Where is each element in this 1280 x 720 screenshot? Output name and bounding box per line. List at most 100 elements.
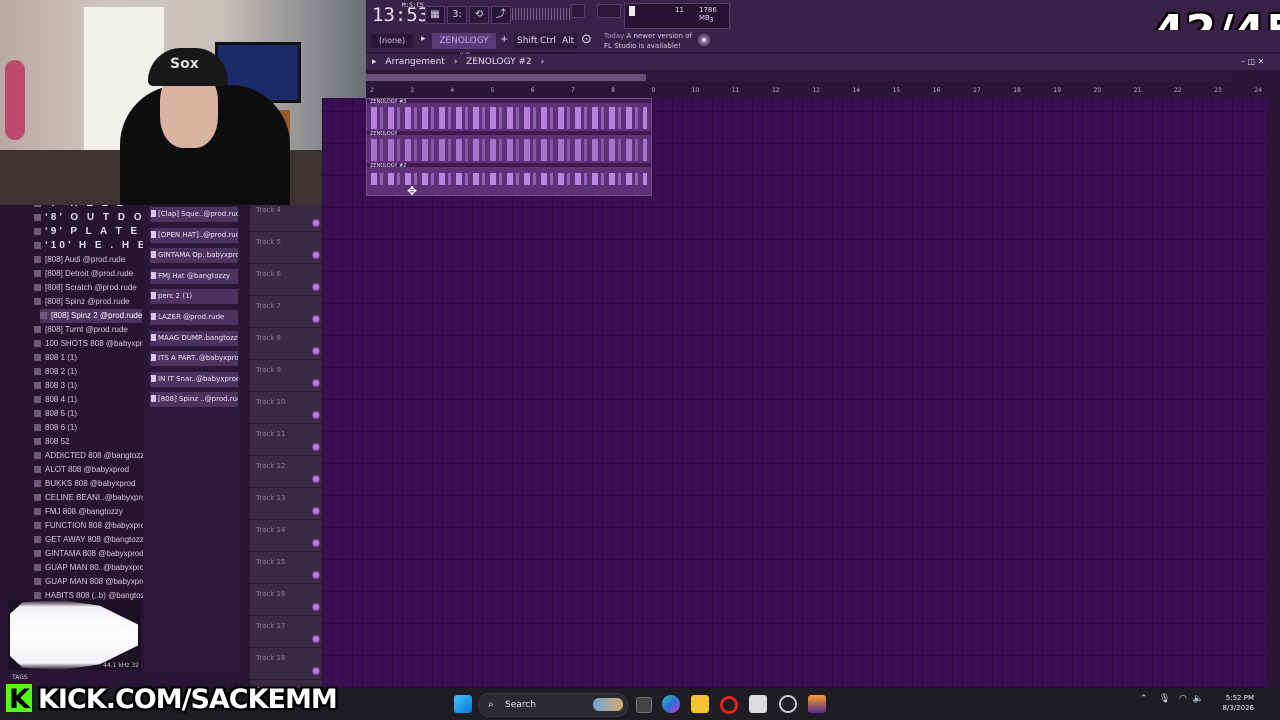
step-edit-icon[interactable]: 3: — [447, 6, 467, 24]
browser-item[interactable]: 808 52 — [34, 435, 69, 449]
pattern-selector[interactable]: ZENOLOGY #2 — [432, 33, 496, 62]
task-view-icon[interactable] — [636, 697, 652, 713]
browser-item[interactable]: 808 2 (1) — [34, 365, 77, 379]
microphone-icon[interactable]: 🎙 — [1159, 694, 1170, 704]
settings-icon[interactable] — [779, 695, 797, 713]
channel-button[interactable]: [Clap] Sque..@prod.rude — [150, 207, 238, 222]
taskbar-search[interactable]: ⌕ Search — [478, 693, 628, 717]
browser-item[interactable]: ‘10’ H E . H E L L — [34, 239, 143, 253]
news-panel[interactable]: Today A newer version of FL Studio is av… — [604, 31, 692, 51]
browser-item[interactable]: ALOT 808 @babyxprod — [34, 463, 129, 477]
horizontal-scrollbar[interactable] — [366, 73, 1232, 82]
track-mute-led[interactable] — [313, 348, 319, 354]
alt-button[interactable]: Alt — [559, 33, 578, 49]
channel-button[interactable]: IN IT Snar..@babyxprod — [150, 371, 238, 387]
browser-item[interactable]: 808 6 (1) — [34, 421, 77, 435]
typing-keyboard-icon[interactable]: ▦ — [425, 6, 445, 24]
track-header[interactable]: Track 5 — [250, 231, 322, 264]
browser-item[interactable]: 808 4 (1) — [34, 393, 77, 407]
track-mute-led[interactable] — [313, 540, 319, 546]
track-mute-led[interactable] — [313, 572, 319, 578]
channel-button[interactable]: FMJ Hat @bangtozzy — [150, 268, 238, 284]
channel-button[interactable]: MAAG DUMP..bangtozzy — [150, 330, 238, 346]
browser-item[interactable]: [808] Scratch @prod.rude — [34, 281, 137, 295]
browser-item[interactable]: ‘8’ O U T D O O R — [34, 211, 143, 225]
track-header[interactable]: Track 11 — [250, 423, 322, 456]
browser-item[interactable]: GINTAMA 808 @babyxprod — [34, 547, 143, 561]
browser-item[interactable]: [808] Detroit @prod.rude — [34, 267, 133, 281]
file-browser[interactable]: ‘7’ H E L L ‘8’ O U T D O O R ‘9’ P L A T … — [0, 205, 143, 600]
browser-item[interactable]: HABITS 808 (..b) @bangtozzy — [34, 589, 143, 600]
browser-item[interactable]: [808] Turnt @prod.rude — [34, 323, 128, 337]
wifi-icon[interactable]: ◠ — [1179, 694, 1187, 704]
copilot-icon[interactable] — [662, 695, 680, 713]
browser-item[interactable]: 100 SHOTS 808 @babyxprod — [34, 337, 143, 351]
track-header[interactable]: Track 7 — [250, 295, 322, 328]
track-header[interactable]: Track 10 — [250, 391, 322, 424]
song-position-clock[interactable]: 13:53 M:S:CS — [372, 2, 429, 26]
track-mute-led[interactable] — [313, 636, 319, 642]
file-explorer-icon[interactable] — [691, 695, 709, 713]
browser-item[interactable]: BUKKS 808 @babyxprod — [34, 477, 135, 491]
breadcrumb-pattern[interactable]: ZENOLOGY #2 — [466, 57, 532, 67]
track-mute-led[interactable] — [313, 604, 319, 610]
track-header[interactable]: Track 9 — [250, 359, 322, 392]
browser-item[interactable]: 808 3 (1) — [34, 379, 77, 393]
store-icon[interactable] — [749, 695, 767, 713]
track-mute-led[interactable] — [313, 476, 319, 482]
track-header[interactable]: Track 16 — [250, 583, 322, 616]
speaker-icon[interactable]: 🔈 — [1193, 694, 1204, 704]
online-icon[interactable]: ◉ — [698, 34, 710, 46]
loop-record-icon[interactable]: ⤴ — [491, 6, 511, 24]
pattern-clips[interactable]: ZENOLOGY #3 ZENOLOGY ZENOLOGY #2 — [366, 98, 652, 196]
window-controls[interactable]: – ◫ ✕ — [1241, 57, 1264, 66]
track-header[interactable]: Track 6 — [250, 263, 322, 296]
fl-studio-icon[interactable] — [808, 695, 826, 713]
breadcrumb-arrangement[interactable]: Arrangement — [385, 57, 444, 67]
track-mute-led[interactable] — [313, 284, 319, 290]
track-mute-led[interactable] — [313, 220, 319, 226]
ctrl-button[interactable]: Ctrl — [537, 33, 560, 49]
track-header[interactable]: Track 4 — [250, 199, 322, 232]
news-icon[interactable]: ⊙ — [581, 32, 592, 47]
tags-label[interactable]: TAGS — [12, 674, 28, 681]
browser-item[interactable]: [808] Spinz 2 @prod.rude — [40, 309, 143, 323]
channel-button[interactable]: LAZER @prod.rude — [150, 310, 238, 325]
track-header[interactable]: Track 8 — [250, 327, 322, 360]
track-mute-led[interactable] — [313, 252, 319, 258]
track-mute-led[interactable] — [313, 380, 319, 386]
browser-item[interactable]: [808] Audi @prod.rude — [34, 253, 125, 267]
clock[interactable]: 5:52 PM 8/3/2026 — [1214, 693, 1254, 713]
browser-item[interactable]: 808 5 (1) — [34, 407, 77, 421]
track-header[interactable]: Track 14 — [250, 519, 322, 552]
snap-selector[interactable]: (none) — [371, 34, 413, 48]
track-header[interactable]: Track 15 — [250, 551, 322, 584]
browser-item[interactable]: FUNCTION 808 @babyxprod — [34, 519, 143, 533]
channel-button[interactable]: [OPEN HAT]..@prod.rude — [150, 227, 238, 243]
track-mute-led[interactable] — [313, 508, 319, 514]
browser-item[interactable]: CELINE BEANI..@babyxprod — [34, 491, 143, 505]
browser-item[interactable]: GET AWAY 808 @bangtozzy — [34, 533, 143, 547]
sample-preview[interactable]: 44.1 kHz 32 — [8, 600, 141, 670]
chevron-up-icon[interactable]: ⌃ — [1140, 694, 1148, 704]
channel-button[interactable]: GINTAMA Op..babyxprod — [150, 248, 238, 264]
track-header[interactable]: Track 13 — [250, 487, 322, 520]
browser-item[interactable]: 808 1 (1) — [34, 351, 77, 365]
channel-button[interactable]: perc 2 (1) — [150, 289, 238, 305]
track-header[interactable]: Track 18 — [250, 647, 322, 680]
track-mute-led[interactable] — [313, 668, 319, 674]
timeline-ruler[interactable]: 2 3 4 5 6 7 8 9 10 11 12 13 14 15 16 17 18 19 20 21 22 23 24 — [366, 84, 1266, 98]
wait-input-icon[interactable]: ⟲ — [469, 6, 489, 24]
add-pattern-button[interactable]: + — [500, 34, 508, 45]
track-mute-led[interactable] — [313, 316, 319, 322]
system-tray[interactable]: ⌃ 🎙 ◠ 🔈 — [1140, 694, 1204, 704]
track-header[interactable]: Track 12 — [250, 455, 322, 488]
browser-item[interactable]: [808] Spinz @prod.rude — [34, 295, 130, 309]
master-pitch-slider[interactable] — [597, 4, 621, 18]
windows-start-icon[interactable] — [454, 695, 472, 713]
pattern-arrow-icon[interactable]: ▸ — [421, 34, 426, 44]
track-header[interactable]: Track 17 — [250, 615, 322, 648]
channel-button[interactable]: ITS A PART..@babyxprod — [150, 351, 238, 367]
browser-item[interactable]: GUAP MAN 80..@babyxprod — [34, 561, 143, 575]
channel-button[interactable]: [808] Spinz ..@prod.rude — [150, 392, 238, 408]
